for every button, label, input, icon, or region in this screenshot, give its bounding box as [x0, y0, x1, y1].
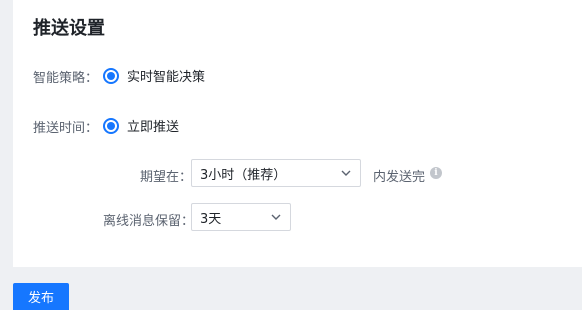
strategy-radio-option[interactable]: 实时智能决策	[103, 66, 205, 85]
retention-select[interactable]: 3天	[191, 203, 291, 231]
retention-label: 离线消息保留：	[103, 214, 195, 229]
strategy-label: 智能策略：	[33, 71, 99, 86]
radio-checked-icon[interactable]	[103, 117, 119, 134]
section-title: 推送设置	[33, 18, 105, 39]
chevron-down-icon	[271, 214, 281, 220]
push-time-option-label: 立即推送	[127, 120, 180, 135]
expect-duration-value: 3小时（推荐）	[200, 167, 287, 183]
strategy-option-label: 实时智能决策	[127, 70, 206, 85]
chevron-down-icon	[341, 170, 351, 176]
push-time-label: 推送时间：	[33, 121, 99, 136]
expect-duration-select[interactable]: 3小时（推荐）	[191, 159, 361, 187]
push-time-radio-option[interactable]: 立即推送	[103, 116, 179, 135]
radio-checked-icon[interactable]	[103, 67, 119, 84]
expect-suffix: 内发送完	[373, 170, 426, 185]
expect-label: 期望在：	[140, 170, 193, 185]
info-icon[interactable]: i	[430, 167, 442, 179]
retention-value: 3天	[200, 211, 222, 227]
publish-button[interactable]: 发布	[13, 283, 69, 310]
push-settings-card: 推送设置 智能策略： 实时智能决策 推送时间： 立即推送 期望在： 3小时（推荐…	[13, 0, 582, 267]
